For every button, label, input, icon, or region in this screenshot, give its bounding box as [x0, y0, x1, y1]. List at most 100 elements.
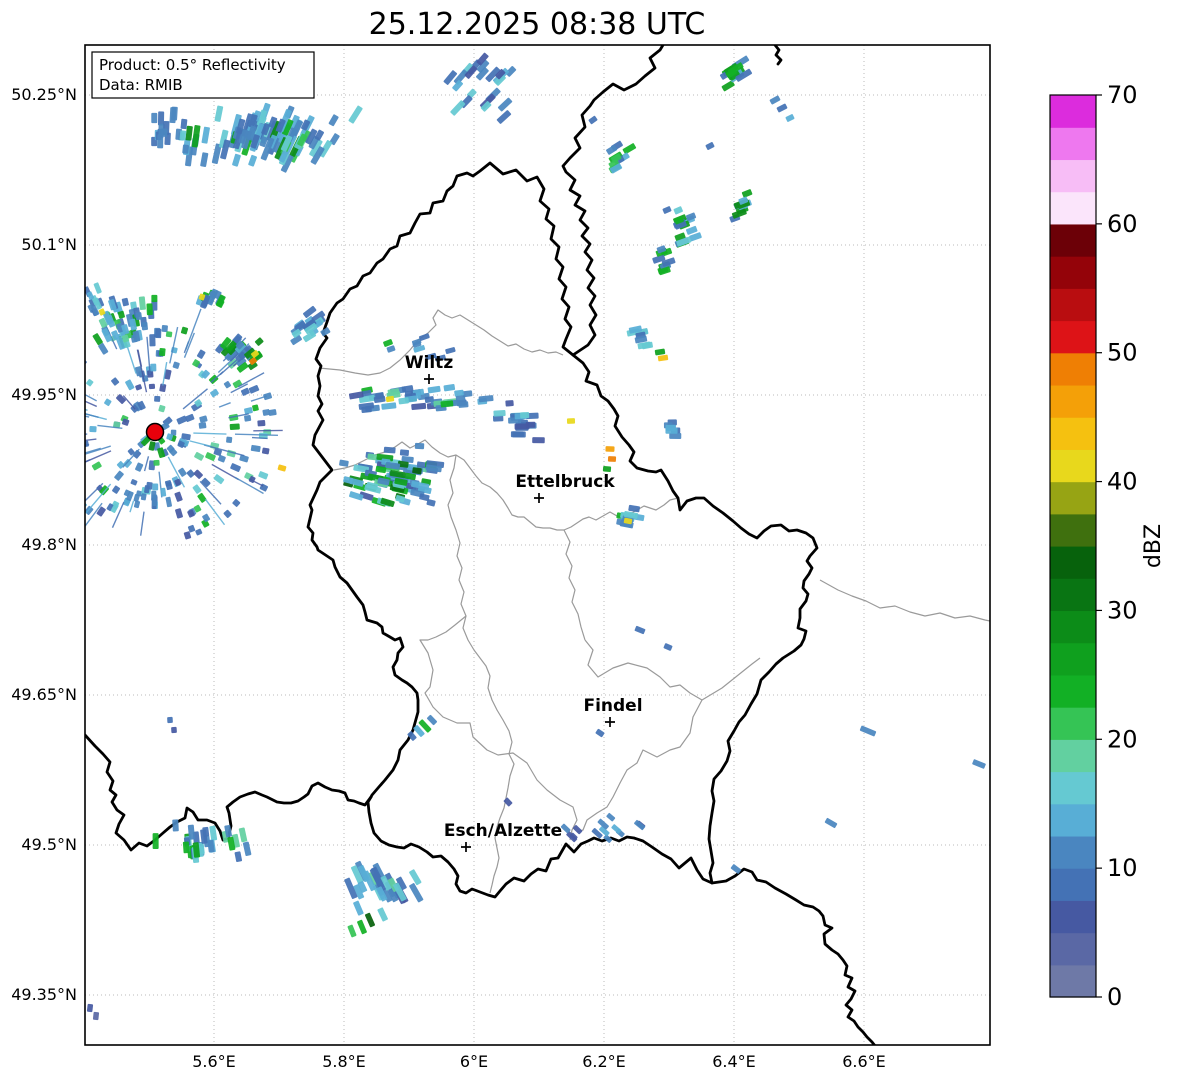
- colorbar-segment: [1050, 578, 1096, 611]
- echo-bin: [153, 833, 159, 849]
- echo-bin: [93, 1012, 99, 1021]
- colorbar: 010203040506070: [1050, 81, 1138, 1011]
- lat-tick-label: 49.35°N: [11, 985, 77, 1004]
- city-marker-cross: [424, 374, 434, 384]
- echo-bin: [526, 422, 536, 428]
- echo-bin: [268, 409, 277, 416]
- echo-bin: [192, 484, 202, 494]
- echo-bin: [252, 404, 259, 411]
- echo-bin: [197, 493, 207, 504]
- echo-bin: [209, 826, 217, 841]
- echo-spoke: [238, 373, 264, 387]
- echo-spoke: [190, 441, 211, 446]
- echo-bin: [658, 355, 669, 362]
- echo-bin: [183, 841, 190, 853]
- colorbar-segment: [1050, 159, 1096, 192]
- colorbar-segment: [1050, 417, 1096, 450]
- echo-bin: [201, 477, 211, 487]
- colorbar-segment: [1050, 95, 1096, 128]
- echo-bin: [152, 484, 158, 491]
- echo-bin: [277, 464, 286, 471]
- colorbar-segment: [1050, 772, 1096, 805]
- echo-spoke: [78, 407, 88, 410]
- echo-bin: [669, 433, 681, 439]
- echo-bin: [456, 395, 466, 402]
- echo-bin: [634, 626, 645, 635]
- echo-bin: [595, 728, 605, 737]
- echo-bin: [166, 331, 173, 337]
- echo-bin: [320, 327, 331, 337]
- echo-bin: [172, 361, 180, 369]
- echo-bin: [257, 420, 265, 427]
- colorbar-segment: [1050, 675, 1096, 708]
- echo-bin: [427, 386, 440, 394]
- echo-bin: [87, 1004, 93, 1013]
- city-label: Findel: [583, 696, 642, 716]
- echo-bin: [386, 345, 395, 353]
- echo-bin: [353, 900, 364, 915]
- echo-bin: [31, 468, 38, 476]
- echo-spoke: [29, 415, 72, 421]
- colorbar-segment: [1050, 900, 1096, 933]
- colorbar-segment: [1050, 482, 1096, 515]
- lat-tick-label: 50.25°N: [11, 85, 77, 104]
- echo-bin: [622, 143, 636, 155]
- colorbar-segment: [1050, 321, 1096, 354]
- echo-bin: [172, 819, 179, 831]
- echo-spoke: [130, 501, 134, 512]
- lon-tick-label: 5.8°E: [322, 1052, 366, 1071]
- district-border: [577, 640, 702, 832]
- colorbar-segment: [1050, 288, 1096, 321]
- lat-tick-label: 49.95°N: [11, 385, 77, 404]
- colorbar-tick-label: 20: [1107, 725, 1138, 753]
- echo-bin: [78, 357, 87, 366]
- colorbar-segment: [1050, 385, 1096, 418]
- echo-bin: [520, 412, 529, 418]
- echo-bin: [769, 95, 780, 105]
- echo-bin: [198, 422, 206, 429]
- echo-bin: [158, 111, 164, 125]
- echo-bin: [262, 447, 270, 454]
- echo-bin: [328, 114, 339, 127]
- echo-bin: [357, 919, 367, 934]
- echo-spoke: [45, 425, 55, 426]
- district-border: [820, 580, 990, 621]
- echo-bin: [86, 379, 94, 387]
- colorbar-segment: [1050, 353, 1096, 386]
- echo-bin: [339, 459, 349, 466]
- echo-bin: [146, 303, 153, 315]
- product-line: Product: 0.5° Reflectivity: [99, 56, 286, 74]
- echo-bin: [824, 818, 837, 829]
- colorbar-segment: [1050, 514, 1096, 547]
- echo-bin: [195, 528, 203, 535]
- echo-bin: [165, 481, 173, 490]
- data-source-line: Data: RMIB: [99, 76, 183, 94]
- echo-spoke: [141, 512, 144, 536]
- echo-bin: [150, 364, 156, 372]
- city-label: Esch/Alzette: [444, 821, 562, 841]
- axis-labels: 50.25°N50.1°N49.95°N49.8°N49.65°N49.5°N4…: [11, 85, 886, 1071]
- echo-bin: [158, 405, 166, 413]
- echo-bin: [130, 479, 138, 486]
- echo-bin: [193, 469, 203, 479]
- echo-bin: [182, 144, 189, 153]
- echo-bin: [197, 349, 206, 359]
- lon-tick-label: 6.4°E: [712, 1052, 756, 1071]
- echo-bin: [409, 869, 422, 886]
- colorbar-tick-label: 40: [1107, 468, 1138, 496]
- colorbar-segment: [1050, 546, 1096, 579]
- echo-bin: [450, 100, 466, 116]
- colorbar-segment: [1050, 836, 1096, 869]
- echo-bin: [655, 349, 666, 356]
- lat-tick-label: 49.65°N: [11, 685, 77, 704]
- country-borders: [85, 45, 876, 1047]
- colorbar-tick-label: 10: [1107, 854, 1138, 882]
- echo-bin: [605, 446, 614, 452]
- echo-bin: [230, 423, 240, 430]
- echo-bin: [141, 322, 148, 331]
- echo-bin: [386, 396, 395, 403]
- echo-bin: [400, 449, 409, 456]
- city-marker-cross: [461, 842, 471, 852]
- radar-echoes: [7, 52, 986, 1020]
- echo-bin: [248, 155, 257, 167]
